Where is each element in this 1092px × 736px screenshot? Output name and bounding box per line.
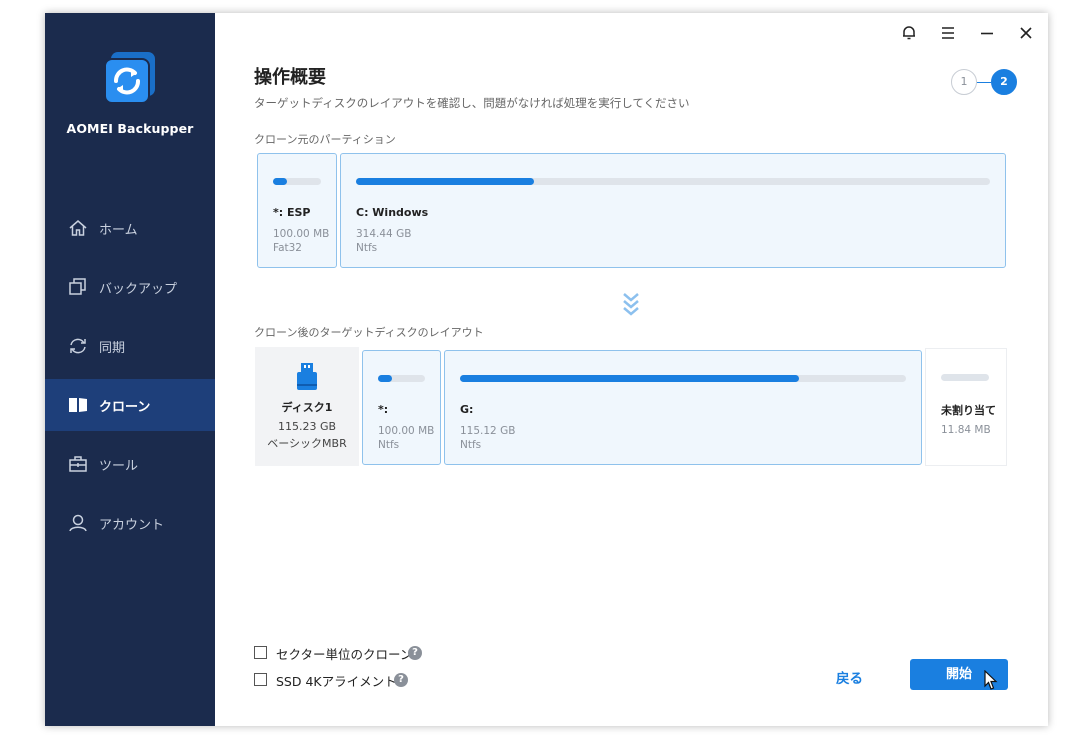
app-name: AOMEI Backupper [66,121,194,136]
sidebar-item-label: バックアップ [99,282,178,297]
sidebar-item-tools[interactable]: ツール [45,438,215,490]
source-partition-esp[interactable]: *: ESP 100.00 MB Fat32 [257,153,337,268]
usage-bar [273,178,321,185]
disk-size: 115.23 GB [277,420,337,433]
mouse-cursor-icon [982,669,998,692]
sidebar-item-account[interactable]: アカウント [45,497,215,549]
usage-bar [378,375,425,382]
usage-bar [941,374,989,381]
partition-filesystem: Fat32 [273,242,302,254]
help-icon[interactable]: ? [408,646,422,660]
partition-filesystem: Ntfs [378,439,400,451]
partition-name: G: [460,403,474,416]
target-section-label: クローン後のターゲットディスクのレイアウト [254,326,484,339]
tools-icon [67,453,89,475]
usb-drive-icon [295,362,319,392]
usage-bar-fill [460,375,799,382]
sync-icon [67,335,89,357]
help-icon[interactable]: ? [394,673,408,687]
sidebar-item-label: ホーム [99,223,138,238]
bell-icon[interactable] [897,21,921,45]
sidebar-item-backup[interactable]: バックアップ [45,261,215,313]
partition-name: *: ESP [273,206,311,219]
step-indicator-1: 1 [951,69,977,95]
chevrons-down-icon [621,291,641,317]
sidebar-item-clone[interactable]: クローン [45,379,215,431]
disk-type: ベーシックMBR [267,437,347,450]
backup-icon [67,276,89,298]
clone-icon [67,394,89,416]
target-partition-g[interactable]: G: 115.12 GB Ntfs [444,350,922,465]
partition-name: 未割り当て [941,404,996,417]
app-window: AOMEI Backupper ホーム バックアップ 同期 クローン ツール ア… [45,13,1048,726]
sidebar-item-label: ツール [99,459,139,474]
ssd-4k-alignment-option[interactable]: SSD 4Kアライメント ? [254,671,414,689]
target-unallocated-space[interactable]: 未割り当て 11.84 MB [925,348,1007,466]
home-icon [67,217,89,239]
account-icon [67,512,89,534]
step-indicator-2: 2 [991,69,1017,95]
disk-name: ディスク1 [281,401,333,414]
sidebar-item-sync[interactable]: 同期 [45,320,215,372]
usage-bar-fill [273,178,288,185]
partition-name: C: Windows [356,206,429,219]
sidebar-item-label: 同期 [99,341,126,356]
sector-clone-option[interactable]: セクター単位のクローン ? [254,644,424,662]
app-logo [101,50,159,108]
partition-size: 115.12 GB [460,425,516,437]
partition-filesystem: Ntfs [460,439,482,451]
sidebar-item-label: クローン [99,400,151,415]
source-section-label: クローン元のパーティション [254,133,396,146]
partition-size: 11.84 MB [941,424,991,436]
sidebar: AOMEI Backupper ホーム バックアップ 同期 クローン ツール ア… [45,13,215,726]
ssd-4k-alignment-label: SSD 4Kアライメント [276,674,397,689]
minimize-icon[interactable] [975,21,999,45]
partition-size: 100.00 MB [378,425,435,437]
ssd-4k-alignment-checkbox[interactable] [254,673,267,686]
partition-name: *: [378,403,389,416]
partition-size: 314.44 GB [356,228,412,240]
partition-size: 100.00 MB [273,228,330,240]
page-title: 操作概要 [254,67,326,88]
usage-bar [356,178,990,185]
usage-bar-fill [378,375,393,382]
page-subtitle: ターゲットディスクのレイアウトを確認し、問題がなければ処理を実行してください [254,96,690,110]
menu-icon[interactable] [936,21,960,45]
target-partition-star[interactable]: *: 100.00 MB Ntfs [362,350,441,465]
usage-bar [460,375,906,382]
step-connector [977,82,991,83]
sidebar-item-label: アカウント [99,518,165,533]
usage-bar-fill [356,178,534,185]
partition-filesystem: Ntfs [356,242,378,254]
back-button[interactable]: 戻る [836,667,863,687]
target-disk-info[interactable]: ディスク1 115.23 GB ベーシックMBR [255,347,359,466]
sidebar-item-home[interactable]: ホーム [45,202,215,254]
sector-clone-checkbox[interactable] [254,646,267,659]
close-icon[interactable] [1014,21,1038,45]
sector-clone-label: セクター単位のクローン [276,647,413,662]
source-partition-c[interactable]: C: Windows 314.44 GB Ntfs [340,153,1006,268]
